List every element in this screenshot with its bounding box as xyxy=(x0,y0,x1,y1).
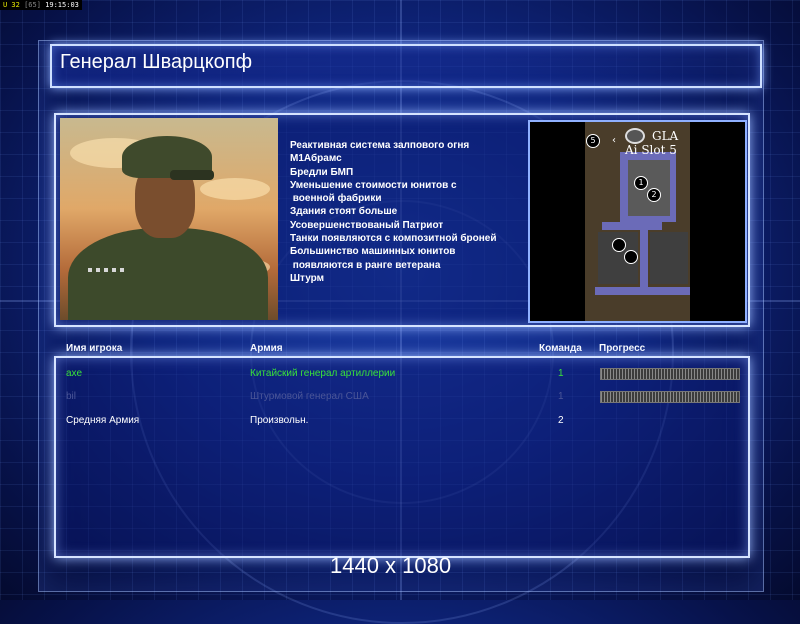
page-title: Генерал Шварцкопф xyxy=(60,51,253,73)
desc-line: появляются в ранге ветерана xyxy=(290,259,441,271)
player-army: Китайский генерал артиллерии xyxy=(250,368,396,379)
header-team: Команда xyxy=(539,343,582,354)
desc-line: Реактивная система залпового огня xyxy=(290,140,470,151)
start-marker-5: 5 xyxy=(586,134,600,148)
rank-stars-icon xyxy=(88,268,128,272)
status-time: 19:15:03 xyxy=(45,1,79,9)
chevron-left-icon: ‹ xyxy=(612,135,616,146)
header-army: Армия xyxy=(250,343,283,354)
start-marker xyxy=(612,238,626,252)
header-player-name: Имя игрока xyxy=(66,343,123,354)
player-army: Штурмовой генерал США xyxy=(250,391,369,402)
start-marker-2: 2 xyxy=(647,188,661,202)
status-overlay: U 32 [65] 19:15:03 xyxy=(0,0,82,10)
player-row[interactable]: bil Штурмовой генерал США 1 xyxy=(0,391,800,411)
player-row[interactable]: Средняя Армия Произвольн. 2 xyxy=(0,415,800,435)
progress-bar xyxy=(600,368,740,380)
gla-base-icon xyxy=(625,128,645,144)
desc-line: Усовершенствованый Патриот xyxy=(290,219,444,231)
desc-line: Большинство машинных юнитов xyxy=(290,246,456,258)
status-b: [65] xyxy=(24,1,41,9)
player-team: 1 xyxy=(558,368,564,379)
desc-line: Уменьшение стоимости юнитов с xyxy=(290,179,457,191)
player-army: Произвольн. xyxy=(250,415,309,426)
desc-line: Штурм xyxy=(290,272,324,284)
general-portrait xyxy=(60,118,278,320)
player-team: 1 xyxy=(558,391,564,402)
player-row[interactable]: axe Китайский генерал артиллерии 1 xyxy=(0,368,800,388)
player-name: bil xyxy=(66,391,77,402)
desc-line: Бредли БМП xyxy=(290,166,354,178)
header-progress: Прогресс xyxy=(599,343,646,354)
resolution-label: 1440 x 1080 xyxy=(330,553,452,578)
desc-line: военной фабрики xyxy=(290,193,382,205)
desc-line: Танки появляются с композитной броней xyxy=(290,233,497,245)
status-a: U 32 xyxy=(3,1,20,9)
map-preview: GLA Ai Slot 5 5 ‹ 1 2 xyxy=(528,120,747,323)
map-label-faction: GLA xyxy=(652,129,679,143)
player-name: Средняя Армия xyxy=(66,415,140,426)
player-team: 2 xyxy=(558,415,564,426)
map-label-slot: Ai Slot 5 xyxy=(625,143,677,157)
desc-line: М1Абрамс xyxy=(290,153,342,165)
desc-line: Здания стоят больше xyxy=(290,206,398,218)
player-name: axe xyxy=(66,368,83,379)
progress-bar xyxy=(600,391,740,403)
start-marker-1: 1 xyxy=(634,176,648,190)
start-marker xyxy=(624,250,638,264)
general-description: Реактивная система залпового огня М1Абра… xyxy=(290,139,520,285)
